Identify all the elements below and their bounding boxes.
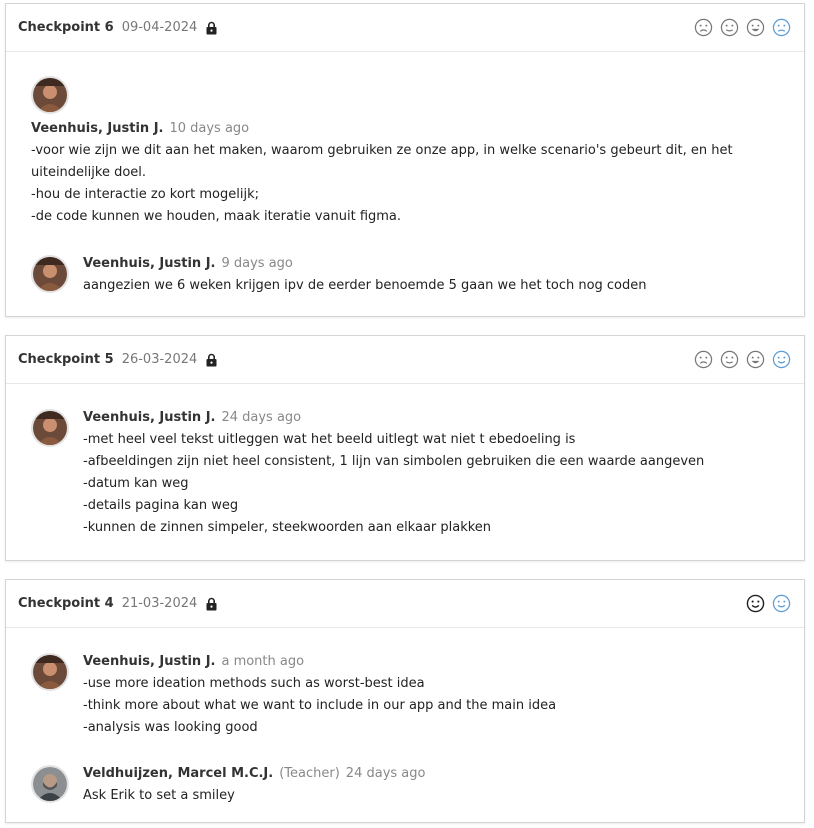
comment-text: -use more ideation methods such as worst… — [83, 676, 425, 691]
comment-author: Veenhuis, Justin J. — [31, 121, 164, 136]
comment-meta: Veldhuijzen, Marcel M.C.J. (Teacher) 24 da… — [83, 763, 790, 785]
checkpoint-title: Checkpoint 5 — [18, 352, 114, 367]
checkpoint-title: Checkpoint 6 — [18, 20, 114, 35]
comment-meta: Veenhuis, Justin J. 9 days ago — [83, 253, 790, 275]
checkpoint-title: Checkpoint 4 — [18, 596, 114, 611]
comment-text: -voor wie zijn we dit aan het maken, waa… — [31, 143, 733, 180]
smiley-rating-group — [744, 593, 792, 615]
comment-meta: Veenhuis, Justin J. 10 days ago — [31, 118, 790, 140]
checkpoint-card-5: Checkpoint 5 26-03-2024 Veenhuis, Justin… — [5, 335, 805, 561]
comment-text: -details pagina kan weg — [83, 498, 239, 513]
checkpoint-header: Checkpoint 6 09-04-2024 — [6, 4, 804, 52]
happy-smiley-icon[interactable] — [744, 17, 766, 39]
sad-smiley-icon[interactable] — [692, 349, 714, 371]
comment-meta: Veenhuis, Justin J. 24 days ago — [83, 407, 790, 429]
comment-time: 9 days ago — [221, 256, 293, 271]
comment-time: 24 days ago — [221, 410, 302, 425]
comment-text: Ask Erik to set a smiley — [83, 788, 235, 803]
comment-author: Veenhuis, Justin J. — [83, 256, 216, 271]
avatar — [31, 255, 69, 293]
comment-text: aangezien we 6 weken krijgen ipv de eerd… — [83, 278, 647, 293]
comment-text: -met heel veel tekst uitleggen wat het b… — [83, 432, 576, 447]
selected-smiley-icon[interactable] — [770, 593, 792, 615]
selected-smiley-icon[interactable] — [770, 349, 792, 371]
smiley-rating-group — [692, 349, 792, 371]
checkpoint-header: Checkpoint 5 26-03-2024 — [6, 336, 804, 384]
comment-time: a month ago — [221, 654, 305, 669]
checkpoint-date: 09-04-2024 — [121, 20, 198, 35]
student-smiley-icon[interactable] — [744, 593, 766, 615]
comment-text: -afbeeldingen zijn niet heel consistent,… — [83, 454, 705, 469]
comment-author: Veenhuis, Justin J. — [83, 410, 216, 425]
comment-meta: Veenhuis, Justin J. a month ago — [83, 651, 790, 673]
avatar — [31, 76, 69, 114]
smiley-rating-group — [692, 17, 792, 39]
worried-smiley-icon[interactable] — [770, 17, 792, 39]
avatar — [31, 409, 69, 447]
comment-time: 10 days ago — [169, 121, 250, 136]
lock-icon — [205, 597, 218, 611]
neutral-smiley-icon[interactable] — [718, 17, 740, 39]
comment-text: -datum kan weg — [83, 476, 189, 491]
comment-role-badge: (Teacher) — [279, 766, 340, 781]
checkpoint-header: Checkpoint 4 21-03-2024 — [6, 580, 804, 628]
comment: Veenhuis, Justin J. 10 days ago -voor wie… — [31, 76, 790, 228]
comment-author: Veenhuis, Justin J. — [83, 654, 216, 669]
checkpoint-card-6: Checkpoint 6 09-04-2024 Veenhuis, Justin… — [5, 3, 805, 317]
sad-smiley-icon[interactable] — [692, 17, 714, 39]
lock-icon — [205, 353, 218, 367]
comment: Veenhuis, Justin J. a month ago -use more… — [31, 651, 790, 739]
comment-author: Veldhuijzen, Marcel M.C.J. — [83, 766, 274, 781]
happy-smiley-icon[interactable] — [744, 349, 766, 371]
comment-text: -analysis was looking good — [83, 720, 258, 735]
avatar — [31, 765, 69, 803]
lock-icon — [205, 21, 218, 35]
comment-text: -hou de interactie zo kort mogelijk; — [31, 187, 259, 202]
comment: Veenhuis, Justin J. 24 days ago -met heel… — [31, 407, 790, 539]
comment-text: -de code kunnen we houden, maak iteratie… — [31, 209, 402, 224]
checkpoint-date: 26-03-2024 — [121, 352, 198, 367]
comment-text: -kunnen de zinnen simpeler, steekwoorden… — [83, 520, 492, 535]
neutral-smiley-icon[interactable] — [718, 349, 740, 371]
comment-time: 24 days ago — [345, 766, 426, 781]
comment: Veenhuis, Justin J. 9 days ago aangezien … — [31, 253, 790, 297]
checkpoint-date: 21-03-2024 — [121, 596, 198, 611]
comment: Veldhuijzen, Marcel M.C.J. (Teacher) 24 da… — [31, 763, 790, 807]
checkpoint-card-4: Checkpoint 4 21-03-2024 Veenhuis, Justin… — [5, 579, 805, 823]
comment-text: -think more about what we want to includ… — [83, 698, 557, 713]
avatar — [31, 653, 69, 691]
